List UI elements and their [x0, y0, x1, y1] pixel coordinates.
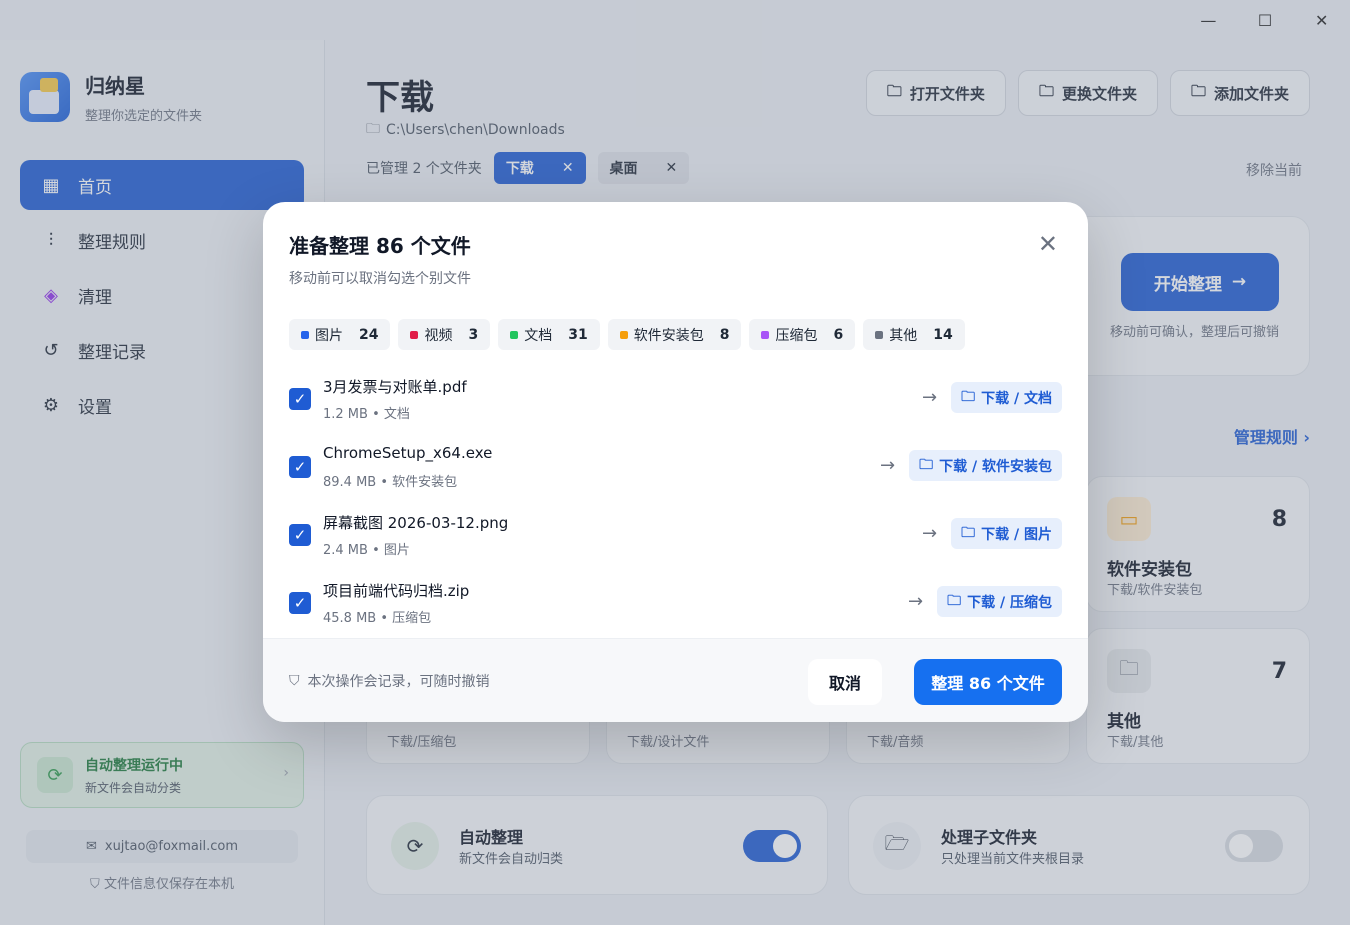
file-meta: 1.2 MB • 文档 — [323, 407, 410, 422]
tag-videos: 视频 3 — [398, 319, 491, 350]
list-item: ✓ ChromeSetup_x64.exe 89.4 MB • 软件安装包 → 🗀… — [263, 434, 1088, 502]
file-list: ✓ 3月发票与对账单.pdf 1.2 MB • 文档 → 🗀 下载 / 文档 ✓ C… — [263, 366, 1088, 638]
file-name: 项目前端代码归档.zip — [323, 582, 470, 600]
destination: → 🗀 下载 / 文档 — [922, 382, 1062, 413]
tag-other: 其他 14 — [863, 319, 965, 350]
tag-installers: 软件安装包 8 — [607, 319, 742, 350]
color-dot — [510, 330, 519, 339]
tag-count: 6 — [833, 326, 844, 343]
dialog-footer: ⛉ 本次操作会记录，可随时撤销 取消 整理 86 个文件 — [263, 638, 1088, 722]
file-type: 图片 — [383, 543, 410, 558]
file-name: ChromeSetup_x64.exe — [323, 444, 493, 462]
arrow-right-icon: → — [908, 591, 924, 612]
destination-chip[interactable]: 🗀 下载 / 软件安装包 — [909, 450, 1062, 481]
file-type: 压缩包 — [392, 611, 432, 626]
file-checkbox[interactable]: ✓ — [289, 524, 311, 546]
category-summary-tags: 图片 24 视频 3 文档 31 软件安装包 8 压缩包 6 其他 14 — [289, 319, 965, 350]
arrow-right-icon: → — [880, 455, 896, 476]
folder-icon: 🗀 — [919, 456, 934, 473]
file-meta: 89.4 MB • 软件安装包 — [323, 475, 458, 490]
confirm-organize-button[interactable]: 整理 86 个文件 — [914, 659, 1062, 705]
folder-icon: 🗀 — [961, 524, 976, 541]
tag-images: 图片 24 — [289, 319, 391, 350]
destination: → 🗀 下载 / 图片 — [922, 518, 1062, 549]
file-name: 屏幕截图 2026-03-12.png — [323, 514, 509, 532]
close-icon[interactable]: ✕ — [1038, 230, 1058, 258]
cancel-button[interactable]: 取消 — [808, 659, 882, 705]
folder-icon: 🗀 — [947, 592, 962, 609]
dialog-title: 准备整理 86 个文件 — [289, 234, 471, 258]
destination-label: 下载 / 文档 — [981, 390, 1052, 407]
tag-count: 31 — [568, 326, 588, 343]
list-item: ✓ 3月发票与对账单.pdf 1.2 MB • 文档 → 🗀 下载 / 文档 — [263, 366, 1088, 434]
color-dot — [761, 330, 770, 339]
list-item: ✓ 项目前端代码归档.zip 45.8 MB • 压缩包 → 🗀 下载 / 压缩包 — [263, 570, 1088, 638]
file-size: 45.8 MB — [323, 611, 377, 626]
organize-confirm-dialog: 准备整理 86 个文件 移动前可以取消勾选个别文件 ✕ 图片 24 视频 3 文档 3… — [263, 202, 1088, 722]
destination: → 🗀 下载 / 压缩包 — [908, 586, 1062, 617]
file-size: 89.4 MB — [323, 475, 377, 490]
destination-label: 下载 / 图片 — [981, 526, 1052, 543]
tag-count: 8 — [719, 326, 730, 343]
file-meta: 45.8 MB • 压缩包 — [323, 611, 432, 626]
tag-archives: 压缩包 6 — [749, 319, 856, 350]
destination-chip[interactable]: 🗀 下载 / 图片 — [951, 518, 1062, 549]
list-item: ✓ 屏幕截图 2026-03-12.png 2.4 MB • 图片 → 🗀 下载 /… — [263, 502, 1088, 570]
folder-icon: 🗀 — [961, 388, 976, 405]
tag-count: 24 — [359, 326, 379, 343]
file-type: 文档 — [383, 407, 410, 422]
file-checkbox[interactable]: ✓ — [289, 592, 311, 614]
file-type: 软件安装包 — [392, 475, 458, 490]
arrow-right-icon: → — [922, 523, 938, 544]
file-size: 2.4 MB — [323, 543, 368, 558]
file-meta: 2.4 MB • 图片 — [323, 543, 410, 558]
file-checkbox[interactable]: ✓ — [289, 388, 311, 410]
tag-documents: 文档 31 — [498, 319, 600, 350]
undo-note: ⛉ 本次操作会记录，可随时撤销 — [289, 671, 490, 691]
destination-label: 下载 / 压缩包 — [967, 594, 1052, 611]
tag-label: 其他 — [889, 327, 918, 344]
dialog-subtitle: 移动前可以取消勾选个别文件 — [289, 271, 471, 287]
file-size: 1.2 MB — [323, 407, 368, 422]
destination: → 🗀 下载 / 软件安装包 — [880, 450, 1062, 481]
tag-label: 文档 — [524, 327, 553, 344]
tag-count: 14 — [933, 326, 953, 343]
file-name: 3月发票与对账单.pdf — [323, 378, 467, 396]
color-dot — [301, 330, 309, 339]
tag-label: 软件安装包 — [633, 327, 704, 344]
undo-note-text: 本次操作会记录，可随时撤销 — [307, 674, 490, 690]
destination-label: 下载 / 软件安装包 — [939, 458, 1052, 475]
color-dot — [875, 330, 884, 339]
destination-chip[interactable]: 🗀 下载 / 压缩包 — [937, 586, 1062, 617]
destination-chip[interactable]: 🗀 下载 / 文档 — [951, 382, 1062, 413]
shield-icon: ⛉ — [289, 673, 300, 689]
tag-label: 视频 — [424, 327, 453, 344]
tag-label: 图片 — [315, 327, 343, 344]
tag-count: 3 — [468, 326, 479, 343]
arrow-right-icon: → — [922, 387, 938, 408]
color-dot — [619, 330, 628, 339]
file-checkbox[interactable]: ✓ — [289, 456, 311, 478]
tag-label: 压缩包 — [775, 327, 818, 344]
color-dot — [410, 330, 419, 339]
